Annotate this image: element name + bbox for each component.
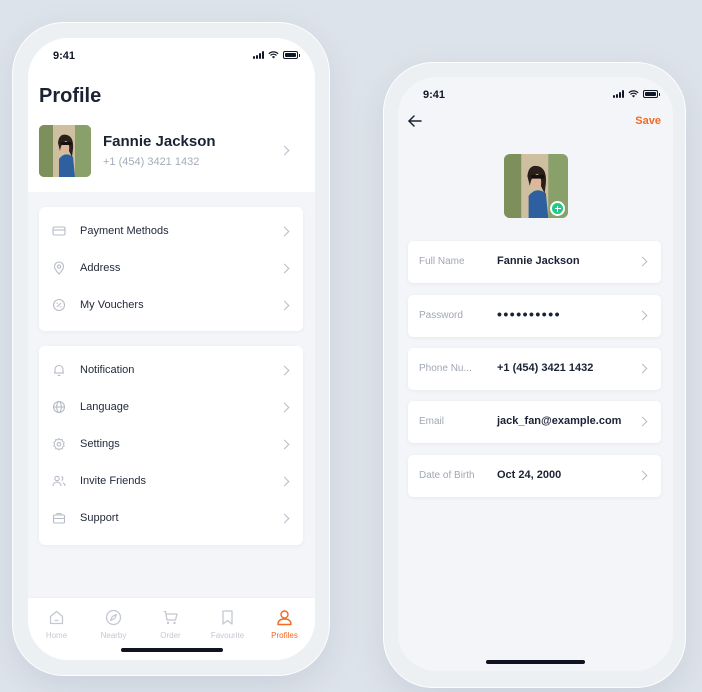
tab-label: Profiles — [271, 631, 298, 640]
voucher-icon — [52, 298, 66, 312]
field-value: jack_fan@example.com — [497, 415, 622, 427]
chevron-right-icon — [637, 416, 648, 427]
field-label: Email — [419, 416, 445, 427]
wifi-icon — [268, 51, 279, 59]
signal-icon — [613, 90, 624, 98]
home-indicator — [486, 660, 585, 664]
menu-item-support[interactable]: Support — [39, 500, 303, 537]
tab-label: Nearby — [100, 631, 127, 640]
menu-item-payment-methods[interactable]: Payment Methods — [39, 213, 303, 250]
field-label: Phone Nu... — [419, 363, 472, 374]
bell-icon — [54, 364, 64, 377]
chevron-right-icon — [279, 513, 290, 524]
chevron-right-icon — [279, 226, 290, 237]
email-field[interactable]: Email jack_fan@example.com — [408, 401, 661, 443]
chevron-right-icon — [637, 363, 648, 374]
password-field[interactable]: Password •••••••••• — [408, 295, 661, 337]
tab-favourite[interactable]: Favourite — [199, 609, 256, 640]
field-label: Full Name — [419, 256, 465, 267]
field-value: +1 (454) 3421 1432 — [497, 362, 594, 374]
users-icon — [52, 475, 66, 487]
signal-icon — [253, 51, 264, 59]
menu-item-address[interactable]: Address — [39, 250, 303, 287]
credit-card-icon — [52, 226, 66, 236]
profile-screen: 9:41 Profile Fannie Jackson +1 (454) 342… — [28, 38, 315, 660]
compass-icon — [105, 609, 122, 626]
menu-item-label: Settings — [80, 438, 120, 450]
user-name: Fannie Jackson — [103, 133, 216, 150]
edit-profile-screen: 9:41 Save Full Name Fannie Jackson Passw… — [398, 77, 673, 671]
status-time: 9:41 — [53, 50, 76, 62]
briefcase-icon — [52, 512, 66, 524]
menu-item-notification[interactable]: Notification — [39, 352, 303, 389]
full-name-field[interactable]: Full Name Fannie Jackson — [408, 241, 661, 283]
menu-item-label: Support — [80, 512, 119, 524]
battery-icon — [283, 51, 300, 59]
chevron-right-icon — [279, 402, 290, 413]
user-icon — [277, 610, 292, 626]
location-pin-icon — [53, 261, 65, 275]
menu-item-invite-friends[interactable]: Invite Friends — [39, 463, 303, 500]
chevron-right-icon — [279, 300, 290, 311]
gear-icon — [53, 437, 65, 451]
menu-item-label: Language — [80, 401, 129, 413]
status-time: 9:41 — [423, 89, 446, 101]
home-icon — [49, 610, 64, 625]
add-photo-badge-icon[interactable] — [550, 201, 565, 216]
chevron-right-icon — [279, 365, 290, 376]
field-value: Oct 24, 2000 — [497, 469, 562, 481]
home-indicator — [121, 648, 223, 652]
menu-item-label: Notification — [80, 364, 135, 376]
field-label: Date of Birth — [419, 470, 475, 481]
chevron-right-icon — [279, 263, 290, 274]
page-title: Profile — [39, 85, 102, 107]
menu-item-label: Address — [80, 262, 121, 274]
tab-label: Order — [160, 631, 181, 640]
save-button[interactable]: Save — [635, 115, 661, 127]
chevron-right-icon — [279, 476, 290, 487]
menu-item-label: Payment Methods — [80, 225, 169, 237]
status-bar: 9:41 — [398, 77, 673, 117]
settings-menu-card: Notification Language Settings Invite Fr… — [39, 346, 303, 545]
account-menu-card: Payment Methods Address My Vouchers — [39, 207, 303, 331]
tab-nearby[interactable]: Nearby — [85, 609, 142, 640]
wifi-icon — [628, 90, 639, 98]
battery-icon — [643, 90, 660, 98]
tab-profiles[interactable]: Profiles — [256, 609, 313, 640]
menu-item-label: My Vouchers — [80, 299, 144, 311]
tab-order[interactable]: Order — [142, 609, 199, 640]
phone-number-field[interactable]: Phone Nu... +1 (454) 3421 1432 — [408, 348, 661, 390]
field-value: Fannie Jackson — [497, 255, 580, 267]
chevron-right-icon — [637, 256, 648, 267]
menu-item-label: Invite Friends — [80, 475, 147, 487]
field-label: Password — [419, 310, 463, 321]
bookmark-icon — [222, 610, 233, 625]
back-arrow-icon[interactable] — [407, 114, 423, 128]
cart-icon — [163, 610, 178, 625]
status-bar: 9:41 — [28, 38, 315, 78]
menu-item-my-vouchers[interactable]: My Vouchers — [39, 287, 303, 324]
tab-home[interactable]: Home — [28, 609, 85, 640]
avatar — [39, 125, 91, 177]
tab-label: Favourite — [210, 631, 245, 640]
menu-item-language[interactable]: Language — [39, 389, 303, 426]
chevron-right-icon — [637, 470, 648, 481]
globe-icon — [52, 400, 66, 414]
tab-label: Home — [45, 631, 68, 640]
menu-item-settings[interactable]: Settings — [39, 426, 303, 463]
user-phone: +1 (454) 3421 1432 — [103, 156, 200, 168]
chevron-right-icon — [279, 439, 290, 450]
chevron-right-icon — [637, 310, 648, 321]
field-value: •••••••••• — [497, 306, 562, 322]
date-of-birth-field[interactable]: Date of Birth Oct 24, 2000 — [408, 455, 661, 497]
